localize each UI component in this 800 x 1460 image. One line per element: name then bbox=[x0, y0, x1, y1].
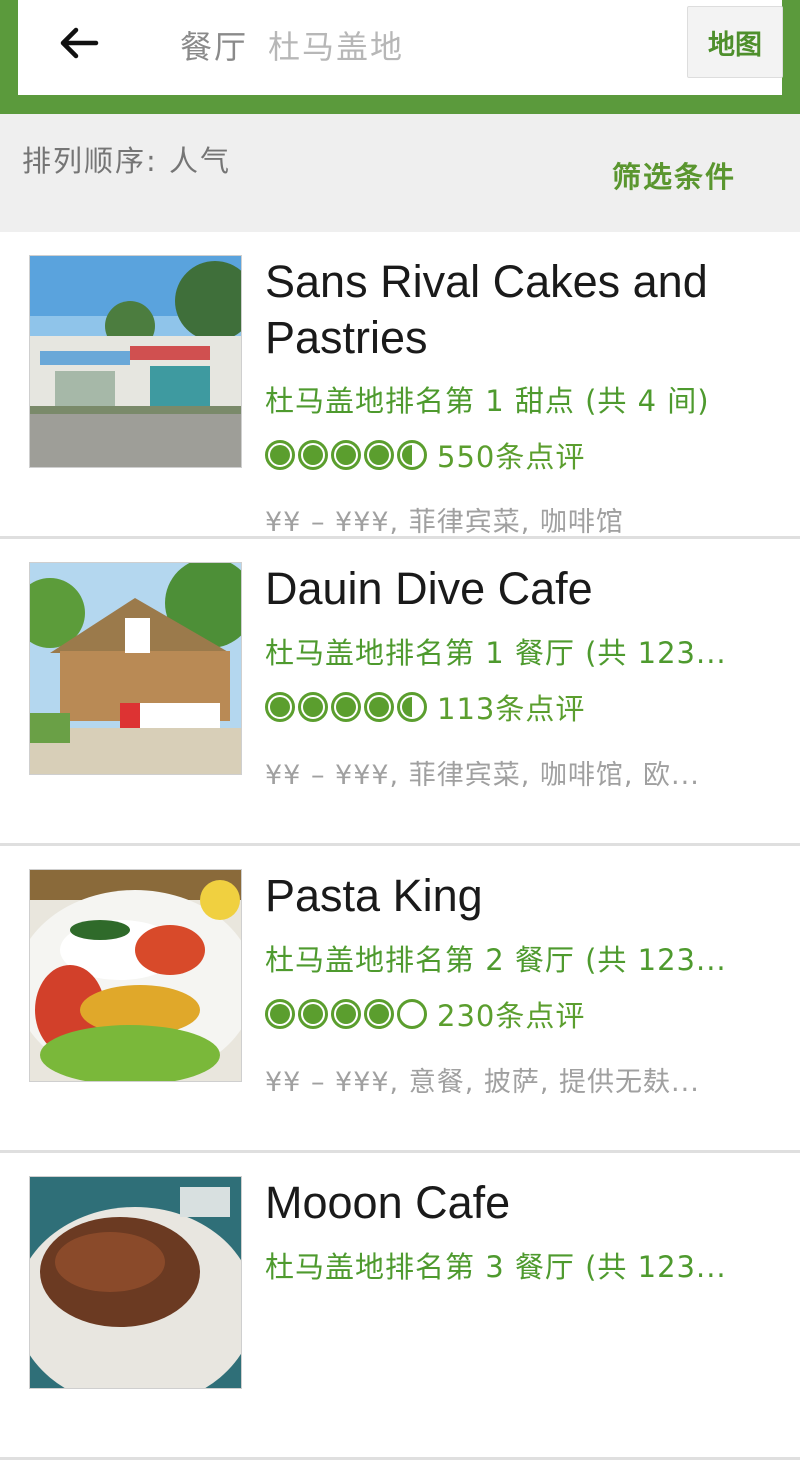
rating-row: 113条点评 bbox=[265, 690, 585, 726]
search-location-text[interactable]: 杜马盖地 bbox=[268, 22, 404, 68]
full-bubble-icon bbox=[364, 999, 394, 1029]
ranking-text: 杜马盖地排名第 3 餐厅 (共 123... bbox=[265, 1250, 727, 1284]
full-bubble-icon bbox=[265, 692, 295, 722]
rating-bubbles bbox=[265, 999, 427, 1029]
review-count[interactable]: 230条点评 bbox=[437, 993, 585, 1035]
restaurant-photo[interactable] bbox=[29, 869, 242, 1082]
ranking-text: 杜马盖地排名第 2 餐厅 (共 123... bbox=[265, 943, 727, 977]
restaurant-photo[interactable] bbox=[29, 562, 242, 775]
app-header: 餐厅 杜马盖地 地图 bbox=[0, 0, 800, 114]
rating-row: 230条点评 bbox=[265, 997, 585, 1033]
restaurant-name[interactable]: Mooon Cafe bbox=[265, 1175, 765, 1231]
rating-bubbles bbox=[265, 440, 427, 470]
empty-bubble-icon bbox=[397, 999, 427, 1029]
restaurant-name[interactable]: Dauin Dive Cafe bbox=[265, 561, 765, 617]
restaurant-card[interactable]: Dauin Dive Cafe 杜马盖地排名第 1 餐厅 (共 123... 1… bbox=[0, 539, 800, 846]
rating-row: 550条点评 bbox=[265, 438, 585, 474]
full-bubble-icon bbox=[364, 692, 394, 722]
half-bubble-icon bbox=[397, 692, 427, 722]
restaurant-name[interactable]: Sans Rival Cakes and Pastries bbox=[265, 254, 765, 366]
restaurant-photo[interactable] bbox=[29, 255, 242, 468]
search-bar[interactable]: 餐厅 杜马盖地 地图 bbox=[18, 0, 783, 95]
full-bubble-icon bbox=[265, 440, 295, 470]
ranking-text: 杜马盖地排名第 1 餐厅 (共 123... bbox=[265, 636, 727, 670]
full-bubble-icon bbox=[298, 692, 328, 722]
steak-dish-image bbox=[30, 1177, 241, 1388]
restaurant-name[interactable]: Pasta King bbox=[265, 868, 765, 924]
cafe-hut-image bbox=[30, 563, 241, 774]
sort-bar: 排列顺序: 人气 筛选条件 bbox=[0, 114, 800, 232]
review-count[interactable]: 113条点评 bbox=[437, 686, 585, 728]
restaurant-card[interactable]: Sans Rival Cakes and Pastries 杜马盖地排名第 1 … bbox=[0, 232, 800, 539]
salad-dish-image bbox=[30, 870, 241, 1081]
search-category-text[interactable]: 餐厅 bbox=[180, 22, 248, 68]
price-cuisine-text: ¥¥ – ¥¥¥, 菲律宾菜, 咖啡馆, 欧... bbox=[265, 760, 700, 791]
restaurant-card[interactable]: Mooon Cafe 杜马盖地排名第 3 餐厅 (共 123... bbox=[0, 1153, 800, 1460]
price-cuisine-text: ¥¥ – ¥¥¥, 菲律宾菜, 咖啡馆 bbox=[265, 507, 624, 538]
rating-bubbles bbox=[265, 692, 427, 722]
full-bubble-icon bbox=[265, 999, 295, 1029]
back-arrow-icon[interactable] bbox=[54, 18, 104, 68]
restaurant-list: Sans Rival Cakes and Pastries 杜马盖地排名第 1 … bbox=[0, 232, 800, 1460]
map-button[interactable]: 地图 bbox=[687, 6, 783, 78]
full-bubble-icon bbox=[298, 440, 328, 470]
filter-button[interactable]: 筛选条件 bbox=[612, 154, 736, 196]
full-bubble-icon bbox=[331, 692, 361, 722]
price-cuisine-text: ¥¥ – ¥¥¥, 意餐, 披萨, 提供无麸... bbox=[265, 1067, 700, 1098]
sort-order-selector[interactable]: 排列顺序: 人气 bbox=[22, 138, 231, 180]
ranking-text: 杜马盖地排名第 1 甜点 (共 4 间) bbox=[265, 384, 710, 418]
storefront-image bbox=[30, 256, 241, 467]
full-bubble-icon bbox=[364, 440, 394, 470]
review-count[interactable]: 550条点评 bbox=[437, 434, 585, 476]
restaurant-card[interactable]: Pasta King 杜马盖地排名第 2 餐厅 (共 123... 230条点评… bbox=[0, 846, 800, 1153]
full-bubble-icon bbox=[298, 999, 328, 1029]
restaurant-photo[interactable] bbox=[29, 1176, 242, 1389]
full-bubble-icon bbox=[331, 999, 361, 1029]
half-bubble-icon bbox=[397, 440, 427, 470]
full-bubble-icon bbox=[331, 440, 361, 470]
